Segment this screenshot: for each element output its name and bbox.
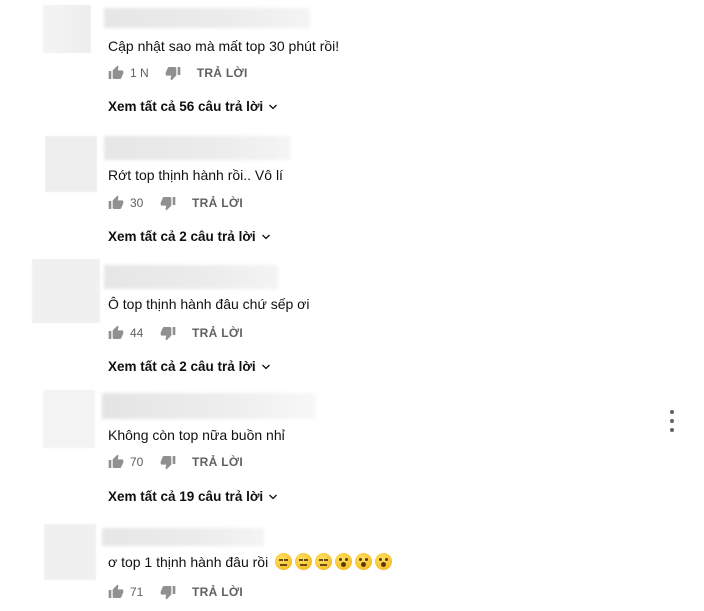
avatar[interactable] xyxy=(43,390,95,448)
comment-text: ơ top 1 thịnh hành đâu rồi xyxy=(108,553,393,571)
view-replies-button[interactable]: Xem tất cả 2 câu trả lời xyxy=(108,359,272,374)
astonished-face-icon xyxy=(355,553,373,570)
menu-dot xyxy=(670,428,674,432)
view-replies-button[interactable]: Xem tất cả 56 câu trả lời xyxy=(108,99,279,114)
comment-text-body: ơ top 1 thịnh hành đâu rồi xyxy=(108,554,269,570)
thumbs-up-icon[interactable] xyxy=(106,193,126,213)
astonished-face-icon xyxy=(375,553,393,570)
thumbs-down-icon[interactable] xyxy=(158,452,178,472)
like-count: 71 xyxy=(130,585,144,599)
expressionless-face-icon xyxy=(275,553,293,570)
comment-actions: 44 TRẢ LỜI xyxy=(106,323,243,343)
comment-actions: 1 N TRẢ LỜI xyxy=(106,63,248,83)
reply-button[interactable]: TRẢ LỜI xyxy=(192,326,243,340)
avatar[interactable] xyxy=(45,136,97,192)
avatar[interactable] xyxy=(32,259,100,323)
author-name[interactable] xyxy=(102,393,316,419)
expressionless-face-icon xyxy=(295,553,313,570)
reply-button[interactable]: TRẢ LỜI xyxy=(192,585,243,599)
like-count: 30 xyxy=(130,196,144,210)
chevron-down-icon xyxy=(269,104,278,109)
reply-button[interactable]: TRẢ LỜI xyxy=(192,196,243,210)
comment-actions: 71 TRẢ LỜI xyxy=(106,582,243,602)
view-replies-button[interactable]: Xem tất cả 19 câu trả lời xyxy=(108,489,279,504)
like-count: 1 N xyxy=(130,66,149,80)
astonished-face-icon xyxy=(335,553,353,570)
thumbs-up-icon[interactable] xyxy=(106,452,126,472)
thumbs-down-icon[interactable] xyxy=(158,193,178,213)
view-replies-button[interactable]: Xem tất cả 2 câu trả lời xyxy=(108,229,272,244)
view-replies-label: Xem tất cả 56 câu trả lời xyxy=(108,99,264,114)
avatar[interactable] xyxy=(44,524,96,580)
author-name[interactable] xyxy=(102,528,264,546)
author-name[interactable] xyxy=(104,136,290,160)
like-count: 44 xyxy=(130,326,144,340)
reply-button[interactable]: TRẢ LỜI xyxy=(197,66,248,80)
comment-actions: 30 TRẢ LỜI xyxy=(106,193,243,213)
comment-text: Cập nhật sao mà mất top 30 phút rồi! xyxy=(108,38,340,54)
more-vertical-icon[interactable] xyxy=(666,410,678,432)
author-name[interactable] xyxy=(104,265,278,289)
like-count: 70 xyxy=(130,455,144,469)
thumbs-down-icon[interactable] xyxy=(158,323,178,343)
thumbs-up-icon[interactable] xyxy=(106,582,126,602)
view-replies-label: Xem tất cả 2 câu trả lời xyxy=(108,229,256,244)
view-replies-label: Xem tất cả 19 câu trả lời xyxy=(108,489,264,504)
thumbs-up-icon[interactable] xyxy=(106,63,126,83)
avatar[interactable] xyxy=(43,5,91,53)
comment-text: Ô top thịnh hành đâu chứ sếp ơi xyxy=(108,296,310,312)
view-replies-label: Xem tất cả 2 câu trả lời xyxy=(108,359,256,374)
menu-dot xyxy=(670,419,674,423)
chevron-down-icon xyxy=(261,364,270,369)
comment-text: Rớt top thịnh hành rồi.. Vô lí xyxy=(108,167,283,183)
expressionless-face-icon xyxy=(315,553,333,570)
reply-button[interactable]: TRẢ LỜI xyxy=(192,455,243,469)
thumbs-down-icon[interactable] xyxy=(158,582,178,602)
chevron-down-icon xyxy=(269,494,278,499)
menu-dot xyxy=(670,410,674,414)
thumbs-up-icon[interactable] xyxy=(106,323,126,343)
comment-actions: 70 TRẢ LỜI xyxy=(106,452,243,472)
comment-text: Không còn top nữa buồn nhỉ xyxy=(108,427,285,443)
chevron-down-icon xyxy=(261,234,270,239)
author-name[interactable] xyxy=(104,8,310,28)
thumbs-down-icon[interactable] xyxy=(163,63,183,83)
